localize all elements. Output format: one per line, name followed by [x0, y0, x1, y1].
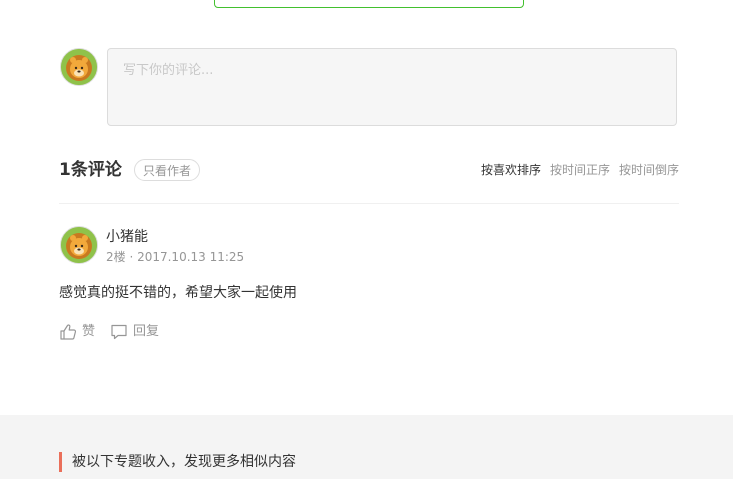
comment-input[interactable]	[107, 48, 677, 126]
reply-label: 回复	[133, 324, 160, 339]
header-divider	[59, 203, 679, 204]
sort-by-time-desc[interactable]: 按时间倒序	[619, 161, 679, 179]
commenter-name-link[interactable]: 小猪能	[106, 227, 148, 247]
current-user-avatar[interactable]	[60, 48, 98, 86]
sort-by-time-asc[interactable]: 按时间正序	[550, 161, 610, 179]
comment-body: 感觉真的挺不错的，希望大家一起使用	[59, 285, 297, 301]
lion-avatar-icon	[61, 227, 97, 263]
comment-floor-timestamp: 2楼 · 2017.10.13 11:25	[106, 250, 245, 264]
reply-button[interactable]: 回复	[110, 322, 159, 342]
lion-avatar-icon	[61, 49, 97, 85]
author-only-toggle[interactable]: 只看作者	[134, 159, 201, 181]
follow-button-partial[interactable]	[214, 0, 524, 8]
commenter-avatar[interactable]	[60, 226, 98, 264]
comment-section-page: 1条评论 只看作者 按喜欢排序 按时间正序 按时间倒序 小猪能 2楼 · 201…	[0, 0, 733, 479]
like-label: 赞	[82, 324, 96, 339]
collections-title: 被以下专题收入，发现更多相似内容	[59, 452, 296, 472]
comment-count-title: 1条评论	[59, 160, 122, 180]
like-button[interactable]: 赞	[59, 322, 95, 342]
sort-by-likes[interactable]: 按喜欢排序	[481, 161, 541, 179]
speech-bubble-icon	[111, 324, 127, 340]
thumbs-up-icon	[60, 324, 77, 340]
sort-options: 按喜欢排序 按时间正序 按时间倒序	[481, 161, 679, 179]
